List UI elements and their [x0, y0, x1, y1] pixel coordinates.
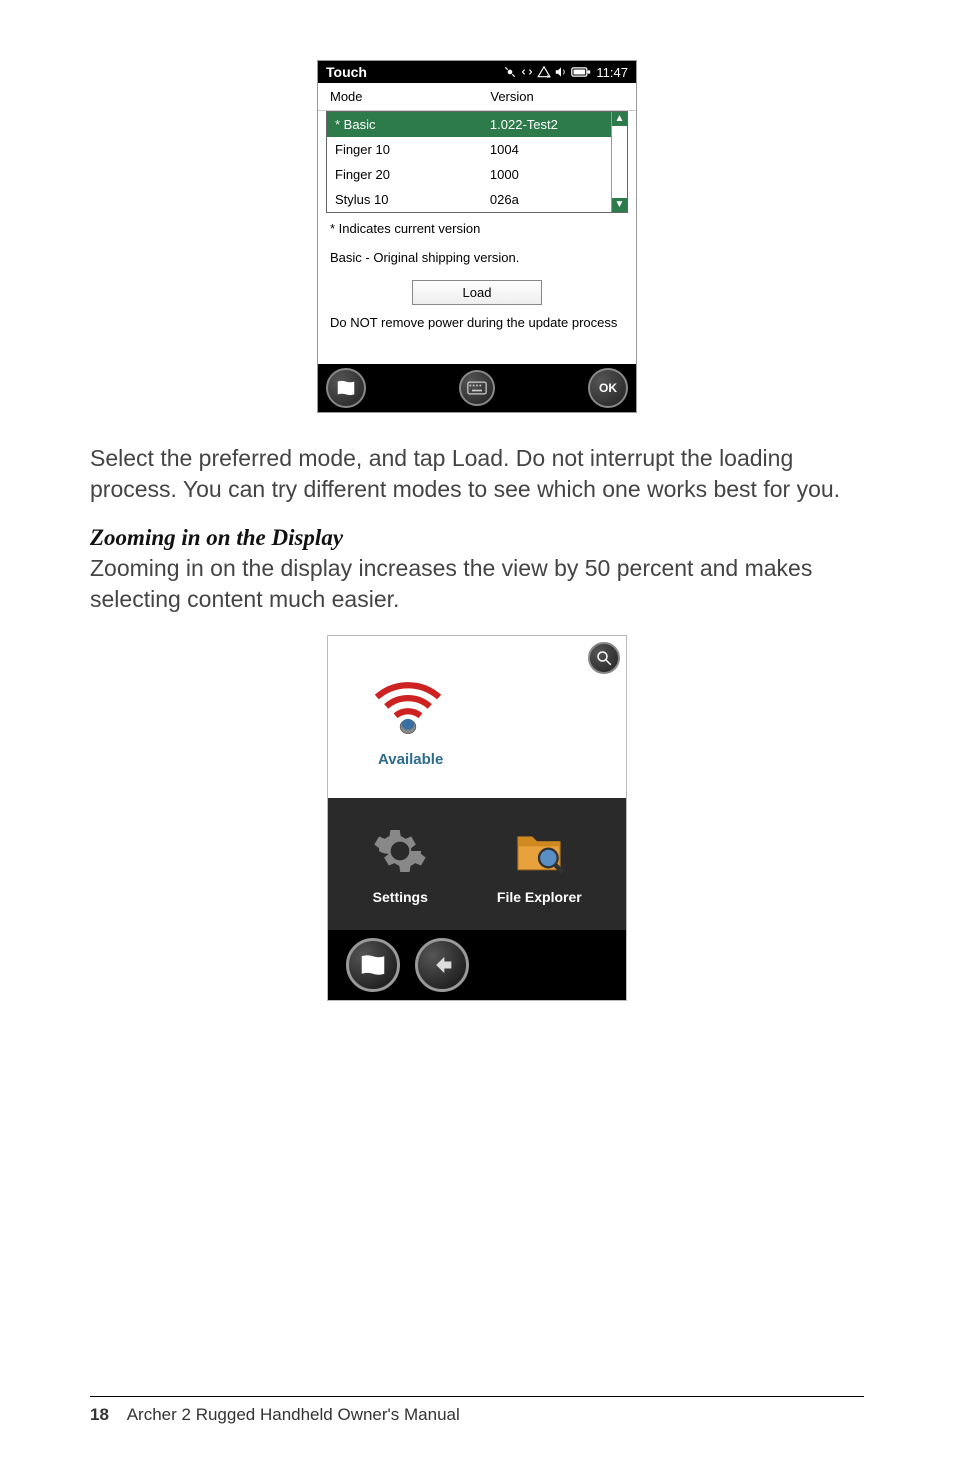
scrollbar[interactable]: ▲ ▼: [611, 112, 627, 212]
folder-search-icon: [511, 823, 567, 879]
windows-flag-icon: [358, 950, 388, 980]
paragraph-2: Zooming in on the display increases the …: [90, 553, 864, 615]
zoom-button[interactable]: [588, 642, 620, 674]
gear-icon: [372, 823, 428, 879]
keyboard-icon: [467, 381, 487, 395]
battery-icon: [571, 66, 591, 78]
cell-version: 1004: [490, 142, 619, 157]
start-button[interactable]: [326, 368, 366, 408]
subsection-heading: Zooming in on the Display: [90, 525, 864, 551]
tile-label: File Explorer: [497, 889, 582, 905]
document-title: Archer 2 Rugged Handheld Owner's Manual: [127, 1405, 460, 1424]
status-tray: x 11:47: [503, 65, 628, 80]
clock: 11:47: [596, 65, 628, 80]
cell-version: 1000: [490, 167, 619, 182]
current-version-note: * Indicates current version: [330, 221, 624, 236]
wifi-status-label: Available: [378, 751, 606, 768]
table-row[interactable]: Stylus 10 026a: [327, 187, 627, 212]
column-version: Version: [490, 89, 624, 104]
load-button[interactable]: Load: [412, 280, 543, 305]
signal-icon: x: [537, 65, 551, 79]
table-header: Mode Version: [318, 83, 636, 111]
bottom-nav: [328, 930, 626, 1000]
cell-mode: Finger 10: [335, 142, 490, 157]
svg-text:x: x: [547, 74, 550, 79]
file-explorer-tile[interactable]: File Explorer: [497, 823, 582, 905]
ok-button[interactable]: OK: [588, 368, 628, 408]
title-bar: Touch x 11:47: [318, 61, 636, 83]
mode-list: * Basic 1.022-Test2 Finger 10 1004 Finge…: [326, 111, 628, 213]
scroll-down-icon[interactable]: ▼: [612, 198, 627, 212]
cell-version: 1.022-Test2: [490, 117, 619, 132]
cell-version: 026a: [490, 192, 619, 207]
cell-mode: Stylus 10: [335, 192, 490, 207]
paragraph-1: Select the preferred mode, and tap Load.…: [90, 443, 864, 505]
wifi-icon: [368, 666, 606, 741]
sync-icon: [520, 65, 534, 79]
mode-description: Basic - Original shipping version.: [330, 250, 624, 265]
column-mode: Mode: [330, 89, 490, 104]
satellite-icon: [503, 65, 517, 79]
table-row[interactable]: * Basic 1.022-Test2: [327, 112, 627, 137]
zoom-display-screenshot: Available Settings File Explorer: [327, 635, 627, 1001]
keyboard-button[interactable]: [459, 370, 495, 406]
tile-label: Settings: [373, 889, 428, 905]
volume-icon: [554, 65, 568, 79]
back-button[interactable]: [415, 938, 469, 992]
table-row[interactable]: Finger 10 1004: [327, 137, 627, 162]
table-row[interactable]: Finger 20 1000: [327, 162, 627, 187]
notes-area: * Indicates current version Basic - Orig…: [318, 213, 636, 364]
cell-mode: * Basic: [335, 117, 490, 132]
start-button[interactable]: [346, 938, 400, 992]
scroll-up-icon[interactable]: ▲: [612, 112, 627, 126]
cell-mode: Finger 20: [335, 167, 490, 182]
home-top-panel: Available: [328, 636, 626, 798]
touch-settings-screenshot: Touch x 11:47 Mode Version * Basic 1.022…: [317, 60, 637, 413]
tile-row: Settings File Explorer: [328, 798, 626, 930]
magnifier-icon: [595, 649, 613, 667]
ok-label: OK: [599, 381, 617, 395]
page-footer: 18 Archer 2 Rugged Handheld Owner's Manu…: [90, 1396, 864, 1425]
back-arrow-icon: [428, 951, 456, 979]
page-number: 18: [90, 1405, 109, 1424]
windows-flag-icon: [335, 377, 357, 399]
window-title: Touch: [326, 64, 367, 80]
bottom-toolbar: OK: [318, 364, 636, 412]
settings-tile[interactable]: Settings: [372, 823, 428, 905]
power-warning: Do NOT remove power during the update pr…: [330, 315, 624, 330]
